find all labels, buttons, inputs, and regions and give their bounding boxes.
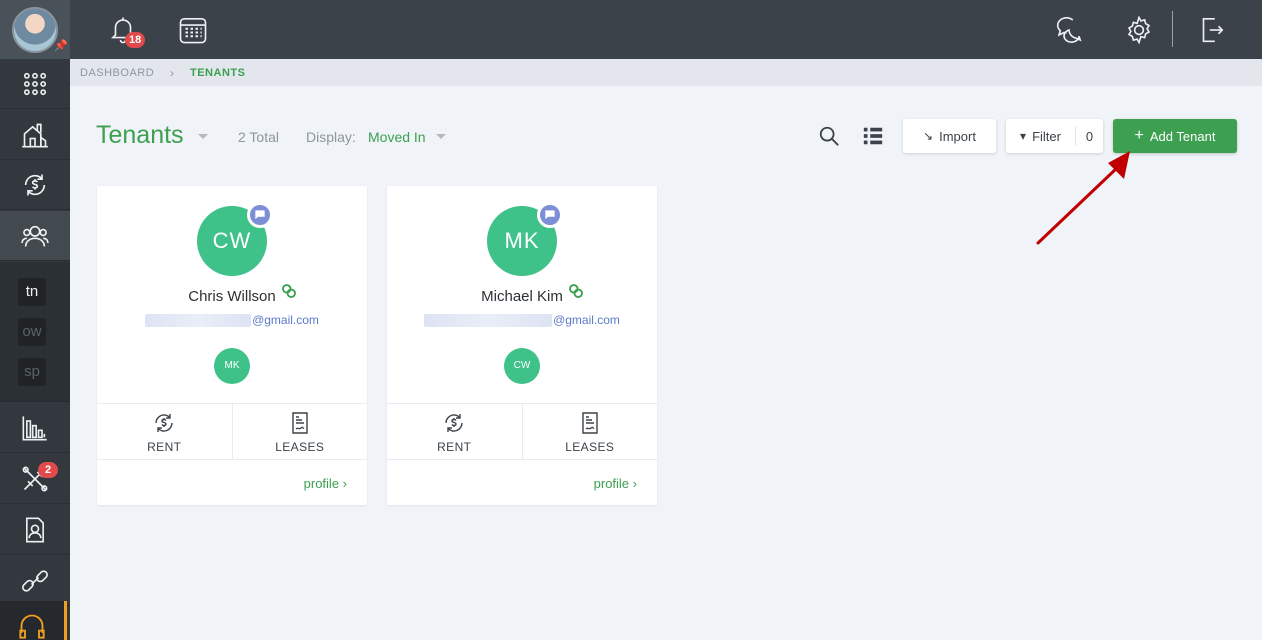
notifications-badge: 18 [125, 32, 146, 48]
lease-document-icon [292, 412, 308, 434]
topbar-divider [1172, 11, 1173, 47]
tenant-email[interactable]: @gmail.com [387, 313, 657, 328]
sidebar-item-contacts[interactable] [0, 505, 70, 555]
pin-icon[interactable]: 📌 [54, 40, 68, 52]
email-redaction [145, 314, 252, 328]
co-tenant-avatar[interactable]: CW [504, 348, 540, 384]
sidebar-item-tenants[interactable] [0, 211, 70, 261]
notifications-button[interactable]: 18 [108, 15, 146, 48]
workspace-switcher: tn ow sp [0, 262, 70, 402]
people-icon [21, 225, 49, 247]
filter-count: 0 [1085, 128, 1094, 144]
workspace-sp[interactable]: sp [18, 358, 46, 386]
page-title[interactable]: Tenants [96, 121, 184, 150]
gear-icon [1127, 15, 1151, 45]
tenant-name[interactable]: Michael Kim [387, 288, 657, 305]
settings-button[interactable] [1124, 15, 1154, 45]
leases-button[interactable]: LEASES [521, 404, 658, 459]
lease-document-icon [582, 412, 598, 434]
sidebar: 📌 tn ow sp 2 [0, 0, 70, 640]
workspace-tn[interactable]: tn [18, 278, 46, 306]
profile-link[interactable]: profile › [594, 476, 637, 491]
workspace-ow[interactable]: ow [18, 318, 46, 346]
tenant-card[interactable]: CW Chris Willson @gmail.com MK RENT LEAS… [97, 186, 367, 505]
grid-icon [23, 72, 47, 95]
top-bar: 18 [70, 0, 1262, 59]
sidebar-item-integrations[interactable] [0, 556, 70, 606]
bar-chart-icon [22, 415, 47, 440]
rent-button[interactable]: RENT [97, 404, 232, 459]
tenant-card-actions: RENT LEASES [387, 403, 657, 460]
co-tenant-avatar[interactable]: MK [214, 348, 250, 384]
sidebar-item-reports[interactable] [0, 403, 70, 453]
annotation-arrow [1036, 151, 1130, 245]
tenant-email[interactable]: @gmail.com [97, 313, 367, 328]
maintenance-badge: 2 [38, 462, 58, 478]
headset-icon [19, 614, 45, 639]
sidebar-item-support[interactable] [0, 601, 67, 640]
calendar-button[interactable] [178, 15, 208, 45]
tenant-email-domain: @gmail.com [553, 313, 620, 327]
chat-icon [255, 210, 265, 220]
sidebar-item-properties[interactable] [0, 110, 70, 160]
breadcrumb: DASHBOARD › TENANTS [70, 59, 1262, 86]
tenant-total: 2 Total [238, 129, 279, 145]
profile-link[interactable]: profile › [304, 476, 347, 491]
link-chain-icon [22, 569, 48, 592]
chat-bubbles-icon [1056, 16, 1082, 43]
plus-icon: + [1134, 127, 1144, 144]
buildings-icon [22, 123, 48, 147]
calendar-icon [179, 17, 207, 44]
filter-label: Filter [1032, 128, 1061, 144]
rent-label: RENT [147, 440, 182, 454]
sidebar-item-accounting[interactable] [0, 160, 70, 210]
breadcrumb-current: TENANTS [190, 67, 246, 79]
funnel-icon: ▾ [1020, 129, 1027, 143]
linked-icon [280, 282, 298, 300]
search-icon [819, 126, 839, 146]
import-arrow-icon: ↘ [923, 129, 934, 143]
tenant-chat-button[interactable] [537, 202, 563, 228]
tenant-chat-button[interactable] [247, 202, 273, 228]
import-button[interactable]: ↘ Import [903, 119, 996, 153]
user-avatar-area[interactable]: 📌 [0, 0, 70, 59]
add-tenant-label: Add Tenant [1149, 128, 1216, 144]
rent-button[interactable]: RENT [387, 404, 522, 459]
tenant-email-domain: @gmail.com [252, 313, 319, 327]
import-label: Import [939, 128, 976, 144]
tenant-name[interactable]: Chris Willson [97, 288, 367, 305]
rent-cycle-icon [445, 414, 463, 432]
list-icon [863, 127, 883, 145]
display-dropdown-caret-icon[interactable] [436, 134, 446, 139]
breadcrumb-dashboard[interactable]: DASHBOARD [80, 67, 154, 79]
title-dropdown-caret-icon[interactable] [198, 134, 208, 139]
leases-label: LEASES [275, 440, 325, 454]
money-cycle-icon [24, 174, 46, 195]
email-redaction [424, 314, 553, 328]
display-label: Display: [306, 129, 356, 145]
avatar[interactable] [12, 7, 58, 53]
contact-card-icon [26, 517, 44, 542]
list-view-button[interactable] [862, 125, 884, 147]
rent-label: RENT [437, 440, 472, 454]
rent-cycle-icon [155, 414, 173, 432]
linked-icon [567, 282, 585, 300]
tenant-card-actions: RENT LEASES [97, 403, 367, 460]
logout-button[interactable] [1196, 15, 1226, 45]
tenant-card[interactable]: MK Michael Kim @gmail.com CW RENT LEASES… [387, 186, 657, 505]
sidebar-item-maintenance[interactable]: 2 [0, 454, 70, 504]
display-filter-select[interactable]: Moved In [368, 129, 426, 145]
chat-icon [545, 210, 555, 220]
search-button[interactable] [818, 125, 840, 147]
breadcrumb-separator: › [170, 66, 175, 80]
leases-button[interactable]: LEASES [231, 404, 368, 459]
leases-label: LEASES [565, 440, 615, 454]
sidebar-item-apps[interactable] [0, 59, 70, 109]
logout-icon [1202, 17, 1224, 43]
messages-button[interactable] [1054, 15, 1084, 45]
